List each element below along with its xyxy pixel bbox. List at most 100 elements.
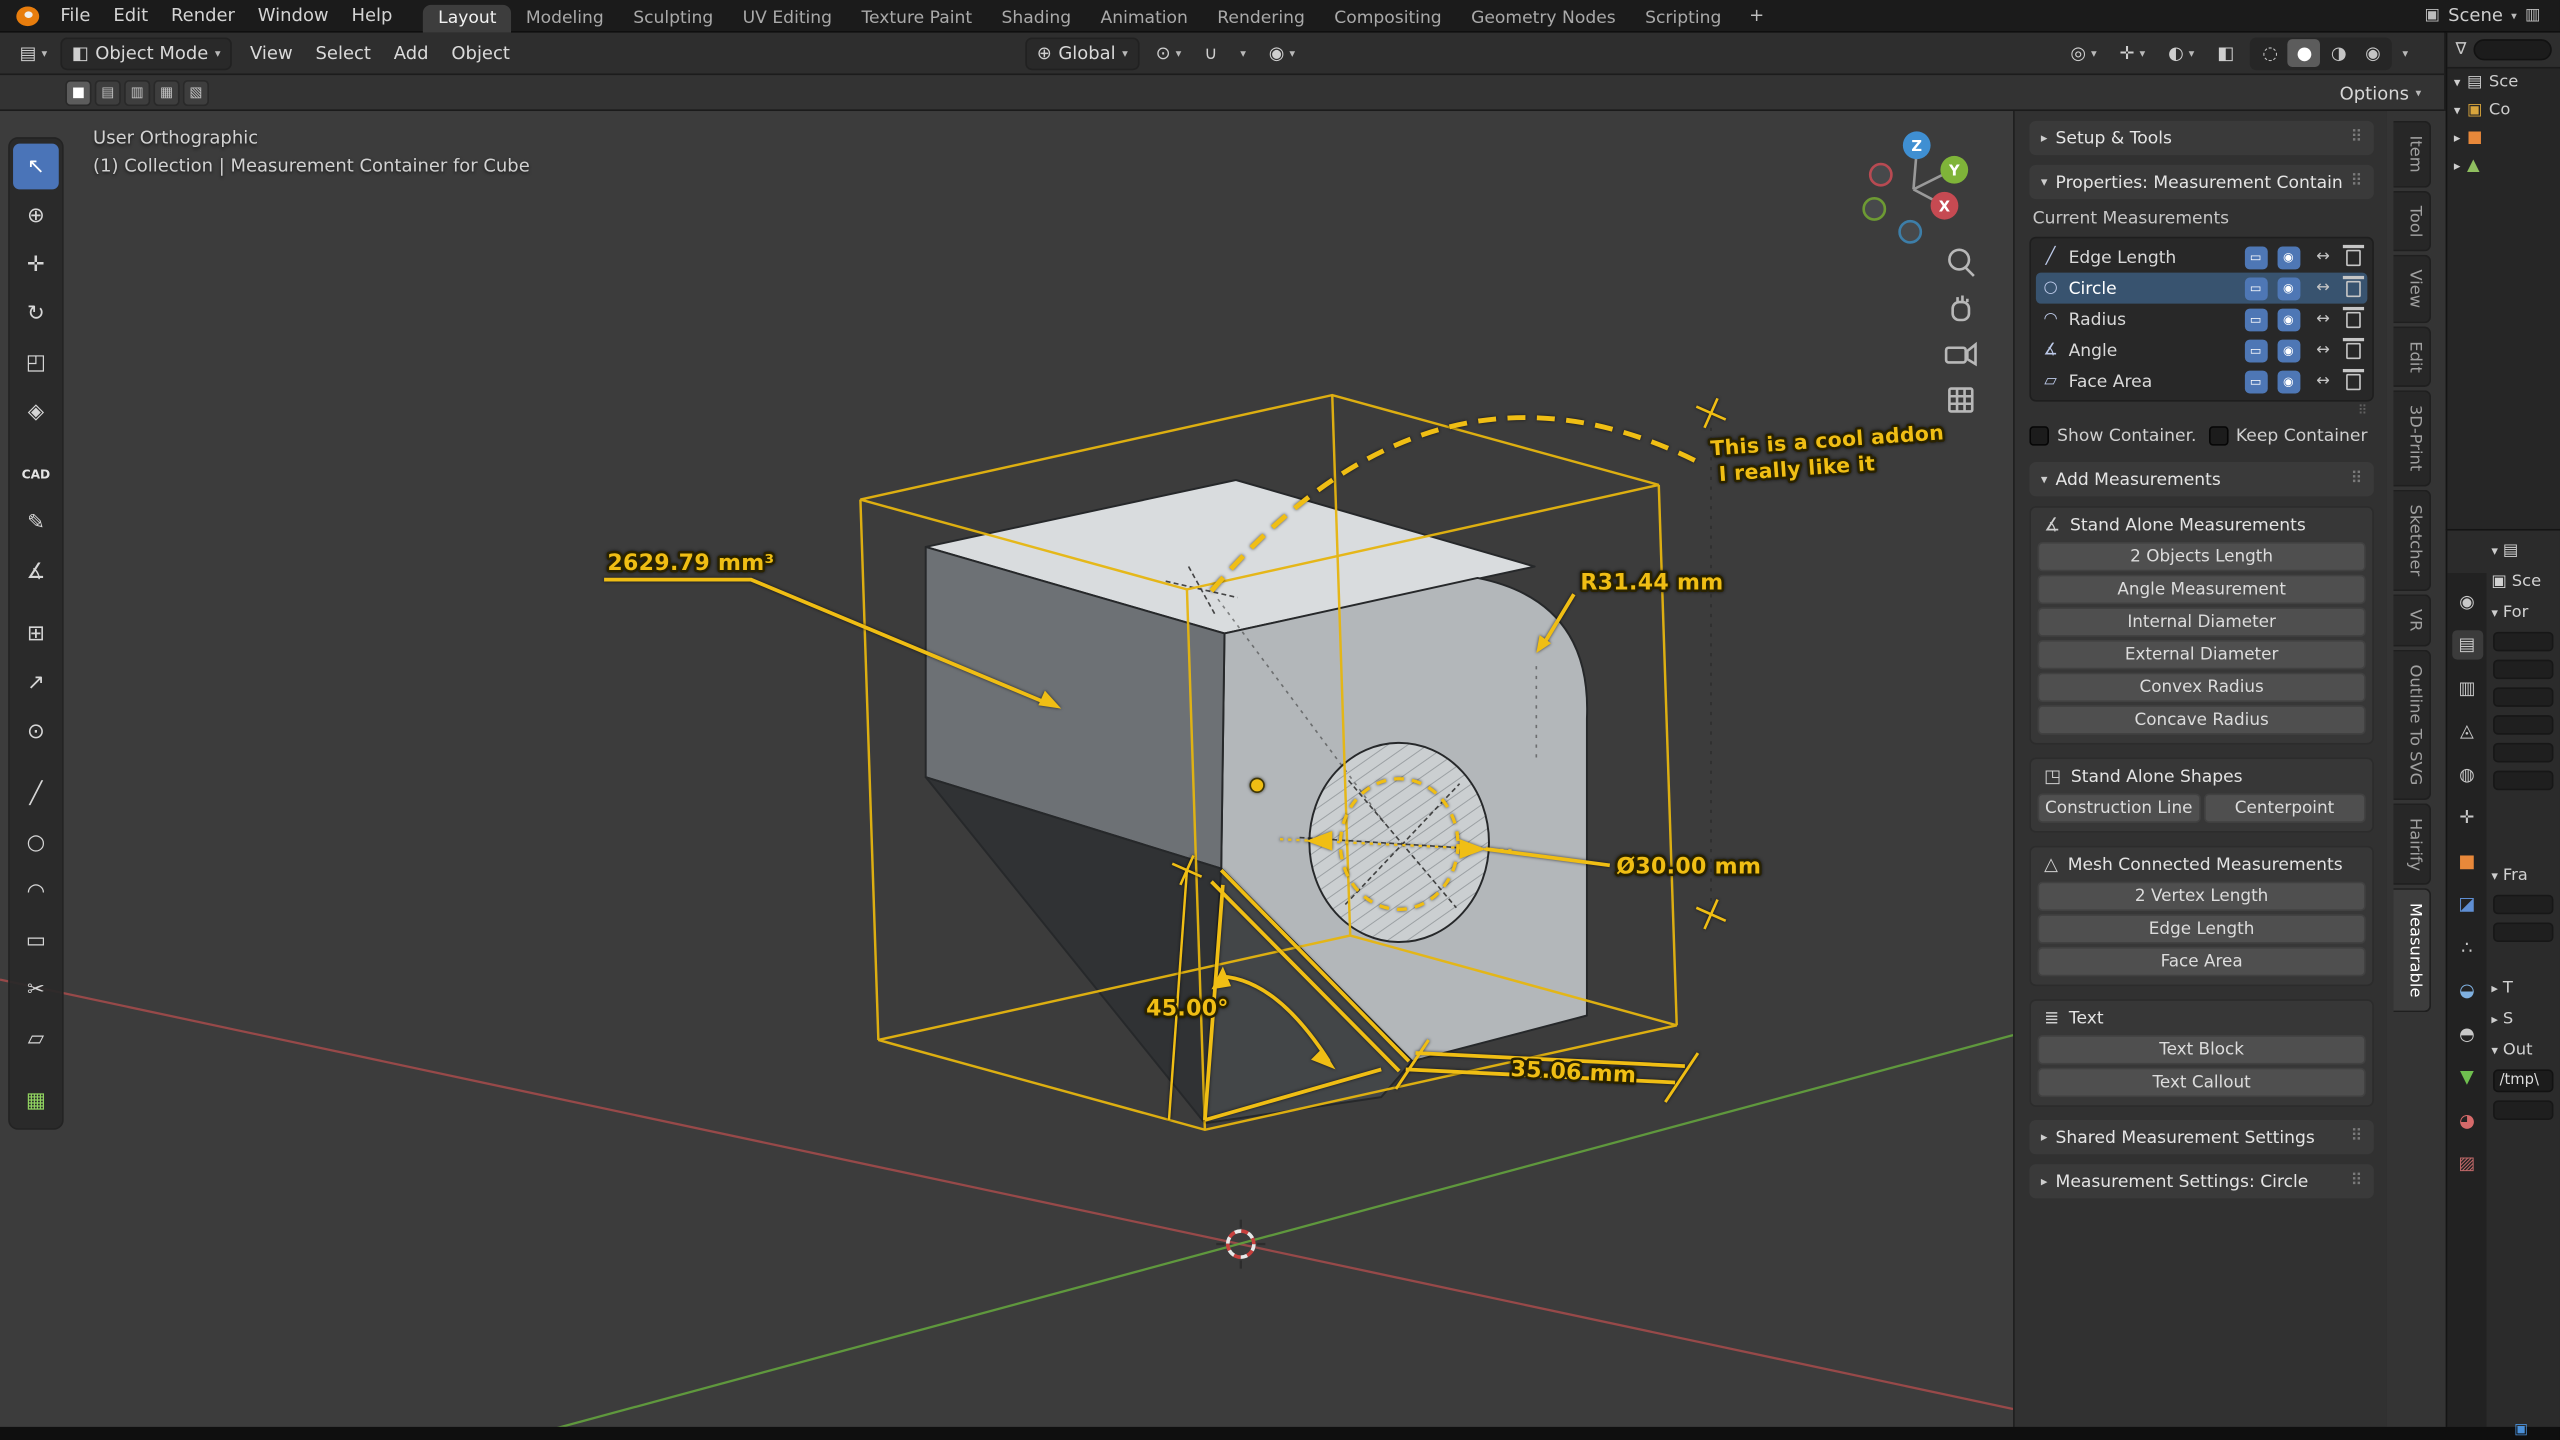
tool-cad-sketcher[interactable]: CAD bbox=[13, 451, 59, 497]
shading-rendered-button[interactable]: ◉ bbox=[2357, 39, 2390, 67]
subpanel-header[interactable]: ≣ Text bbox=[2031, 1001, 2372, 1035]
properties-tab-scene[interactable]: ◬ bbox=[2451, 716, 2482, 745]
field[interactable] bbox=[2493, 894, 2554, 915]
dimension-style-icon[interactable]: ↔ bbox=[2316, 372, 2330, 390]
list-resize-grip[interactable]: ⠿ bbox=[2029, 403, 2368, 418]
render-visibility-toggle[interactable]: ◉ bbox=[2276, 338, 2300, 362]
properties-header[interactable]: ▾ ▤ bbox=[2491, 539, 2555, 563]
camera-view-button[interactable] bbox=[1944, 341, 1977, 367]
sidebar-tab-tool[interactable]: Tool bbox=[2393, 190, 2432, 252]
field[interactable] bbox=[2493, 687, 2554, 707]
tool-polygon[interactable]: ▱ bbox=[13, 1016, 59, 1062]
viewport-menu-object[interactable]: Object bbox=[440, 42, 521, 63]
field[interactable] bbox=[2493, 742, 2554, 763]
editor-type-button[interactable]: ▤ ▾ bbox=[13, 37, 54, 70]
viewport-visibility-toggle[interactable]: ▭ bbox=[2244, 276, 2268, 300]
field[interactable] bbox=[2493, 1100, 2554, 1120]
operator-button-edge-length[interactable]: Edge Length bbox=[2037, 914, 2366, 944]
render-visibility-toggle[interactable]: ◉ bbox=[2276, 276, 2300, 300]
expand-icon[interactable]: ▸ bbox=[2454, 131, 2461, 146]
expand-icon[interactable]: ▸ bbox=[2454, 158, 2461, 173]
measurement-row-radius[interactable]: ◠ Radius ▭ ◉ ↔ bbox=[2036, 304, 2367, 335]
navigation-gizmo[interactable]: Z Y X bbox=[1862, 131, 1969, 244]
panel-properties[interactable]: ▾ Properties: Measurement Container for … bbox=[2029, 164, 2374, 200]
measurement-row-face-area[interactable]: ▱ Face Area ▭ ◉ ↔ bbox=[2036, 366, 2367, 397]
drag-grip-icon[interactable]: ⠿ bbox=[2350, 1128, 2362, 1146]
zoom-button[interactable] bbox=[1948, 248, 1975, 277]
tool-measure[interactable]: ∡ bbox=[13, 549, 59, 595]
operator-button-concave-radius[interactable]: Concave Radius bbox=[2037, 705, 2366, 735]
workspace-tab-animation[interactable]: Animation bbox=[1086, 4, 1203, 32]
tool-select-box[interactable]: ↖ bbox=[13, 143, 59, 190]
axis-minus-z-ball[interactable] bbox=[1898, 219, 1923, 244]
operator-button-external-diameter[interactable]: External Diameter bbox=[2037, 639, 2366, 670]
workspace-tab-shading[interactable]: Shading bbox=[987, 4, 1086, 32]
viewport-menu-view[interactable]: View bbox=[239, 42, 304, 63]
panel-add-measurements[interactable]: ▾ Add Measurements ⠿ bbox=[2029, 462, 2374, 497]
xray-toggle-button[interactable]: ◧ bbox=[2211, 37, 2241, 70]
field[interactable] bbox=[2493, 922, 2554, 943]
sidebar-tab-outline-to-svg[interactable]: Outline To SVG bbox=[2393, 649, 2432, 800]
axis-plus-x-ball[interactable]: X bbox=[1930, 191, 1959, 220]
drag-grip-icon[interactable]: ⠿ bbox=[2350, 129, 2362, 147]
properties-tab-render[interactable]: ◉ bbox=[2451, 586, 2482, 615]
dimension-style-icon[interactable]: ↔ bbox=[2316, 279, 2330, 297]
subpanel-header[interactable]: ∡ Stand Alone Measurements bbox=[2031, 508, 2372, 542]
tool-cursor[interactable]: ⊕ bbox=[13, 193, 59, 239]
topbar-menu-render[interactable]: Render bbox=[160, 0, 247, 32]
outliner-row[interactable]: ▸ ▲ bbox=[2447, 152, 2560, 180]
properties-tab-object[interactable]: ■ bbox=[2451, 846, 2482, 875]
overlays-button[interactable]: ◐ ▾ bbox=[2162, 37, 2201, 70]
viewport-visibility-toggle[interactable]: ▭ bbox=[2244, 338, 2268, 362]
ortho-grid-button[interactable] bbox=[1948, 387, 1974, 413]
drag-grip-icon[interactable]: ⠿ bbox=[2350, 173, 2362, 191]
object-visibility-button[interactable]: ◎ ▾ bbox=[2064, 37, 2103, 70]
outliner-row-sce[interactable]: ▾ ▤ Sce bbox=[2447, 69, 2560, 97]
shading-material-button[interactable]: ◑ bbox=[2322, 39, 2355, 67]
outliner-search-input[interactable] bbox=[2472, 39, 2552, 61]
properties-tab-view-layer[interactable]: ▥ bbox=[2451, 673, 2482, 702]
measured-object[interactable] bbox=[924, 479, 1589, 1125]
field[interactable] bbox=[2493, 659, 2554, 680]
render-visibility-toggle[interactable]: ◉ bbox=[2276, 369, 2300, 393]
render-visibility-toggle[interactable]: ◉ bbox=[2276, 307, 2300, 331]
show-container-checkbox[interactable]: Show Container... bbox=[2029, 426, 2195, 446]
delete-measurement-icon[interactable] bbox=[2342, 275, 2365, 297]
tool-rectangle[interactable]: ▭ bbox=[13, 918, 59, 964]
axis-plus-z-ball[interactable]: Z bbox=[1902, 131, 1931, 160]
measurement-row-edge-length[interactable]: ╱ Edge Length ▭ ◉ ↔ bbox=[2036, 242, 2367, 273]
dimension-style-icon[interactable]: ↔ bbox=[2316, 341, 2330, 359]
sidebar-tab-sketcher[interactable]: Sketcher bbox=[2393, 489, 2432, 591]
sidebar-tab-hairify[interactable]: Hairify bbox=[2393, 802, 2432, 886]
tool-move[interactable]: ✛ bbox=[13, 242, 59, 288]
blender-logo-icon[interactable] bbox=[13, 4, 42, 27]
subpanel-header[interactable]: ◳ Stand Alone Shapes bbox=[2031, 759, 2372, 793]
filter-icon[interactable]: ∇ bbox=[2456, 41, 2467, 59]
properties-tab-particles[interactable]: ∴ bbox=[2451, 932, 2482, 961]
tool-arc[interactable]: ◠ bbox=[13, 869, 59, 915]
viewport-menu-select[interactable]: Select bbox=[304, 42, 382, 63]
tool-circle[interactable]: ○ bbox=[13, 820, 59, 866]
sidebar-tab-edit[interactable]: Edit bbox=[2393, 326, 2432, 388]
axis-plus-y-ball[interactable]: Y bbox=[1940, 155, 1969, 184]
outliner-row[interactable]: ▸ ■ bbox=[2447, 124, 2560, 152]
workspace-tab-compositing[interactable]: Compositing bbox=[1320, 4, 1457, 32]
workspace-tab-rendering[interactable]: Rendering bbox=[1203, 4, 1320, 32]
tool-workplane[interactable]: ▦ bbox=[13, 1078, 59, 1124]
properties-tab-texture[interactable]: ▨ bbox=[2451, 1149, 2482, 1178]
properties-tab-modifiers[interactable]: ◪ bbox=[2451, 889, 2482, 918]
workspace-tab-scripting[interactable]: Scripting bbox=[1630, 4, 1736, 32]
topbar-menu-file[interactable]: File bbox=[49, 0, 102, 32]
delete-measurement-icon[interactable] bbox=[2342, 244, 2365, 266]
snap-settings-button[interactable]: ▾ bbox=[1234, 37, 1253, 70]
panel-frame-range[interactable]: ▾ Fra bbox=[2491, 864, 2555, 888]
axis-minus-x-ball[interactable] bbox=[1868, 162, 1893, 187]
tool-add-cube[interactable]: ⊞ bbox=[13, 611, 59, 657]
tool-annotate[interactable]: ✎ bbox=[13, 500, 59, 546]
viewport-visibility-toggle[interactable]: ▭ bbox=[2244, 307, 2268, 331]
options-dropdown[interactable]: Options ▾ bbox=[2340, 80, 2422, 106]
dimension-style-icon[interactable]: ↔ bbox=[2316, 310, 2330, 328]
shading-wireframe-button[interactable]: ◌ bbox=[2254, 39, 2287, 67]
shading-options-chevron[interactable]: ▾ bbox=[2402, 47, 2408, 60]
viewport-menu-add[interactable]: Add bbox=[382, 42, 440, 63]
